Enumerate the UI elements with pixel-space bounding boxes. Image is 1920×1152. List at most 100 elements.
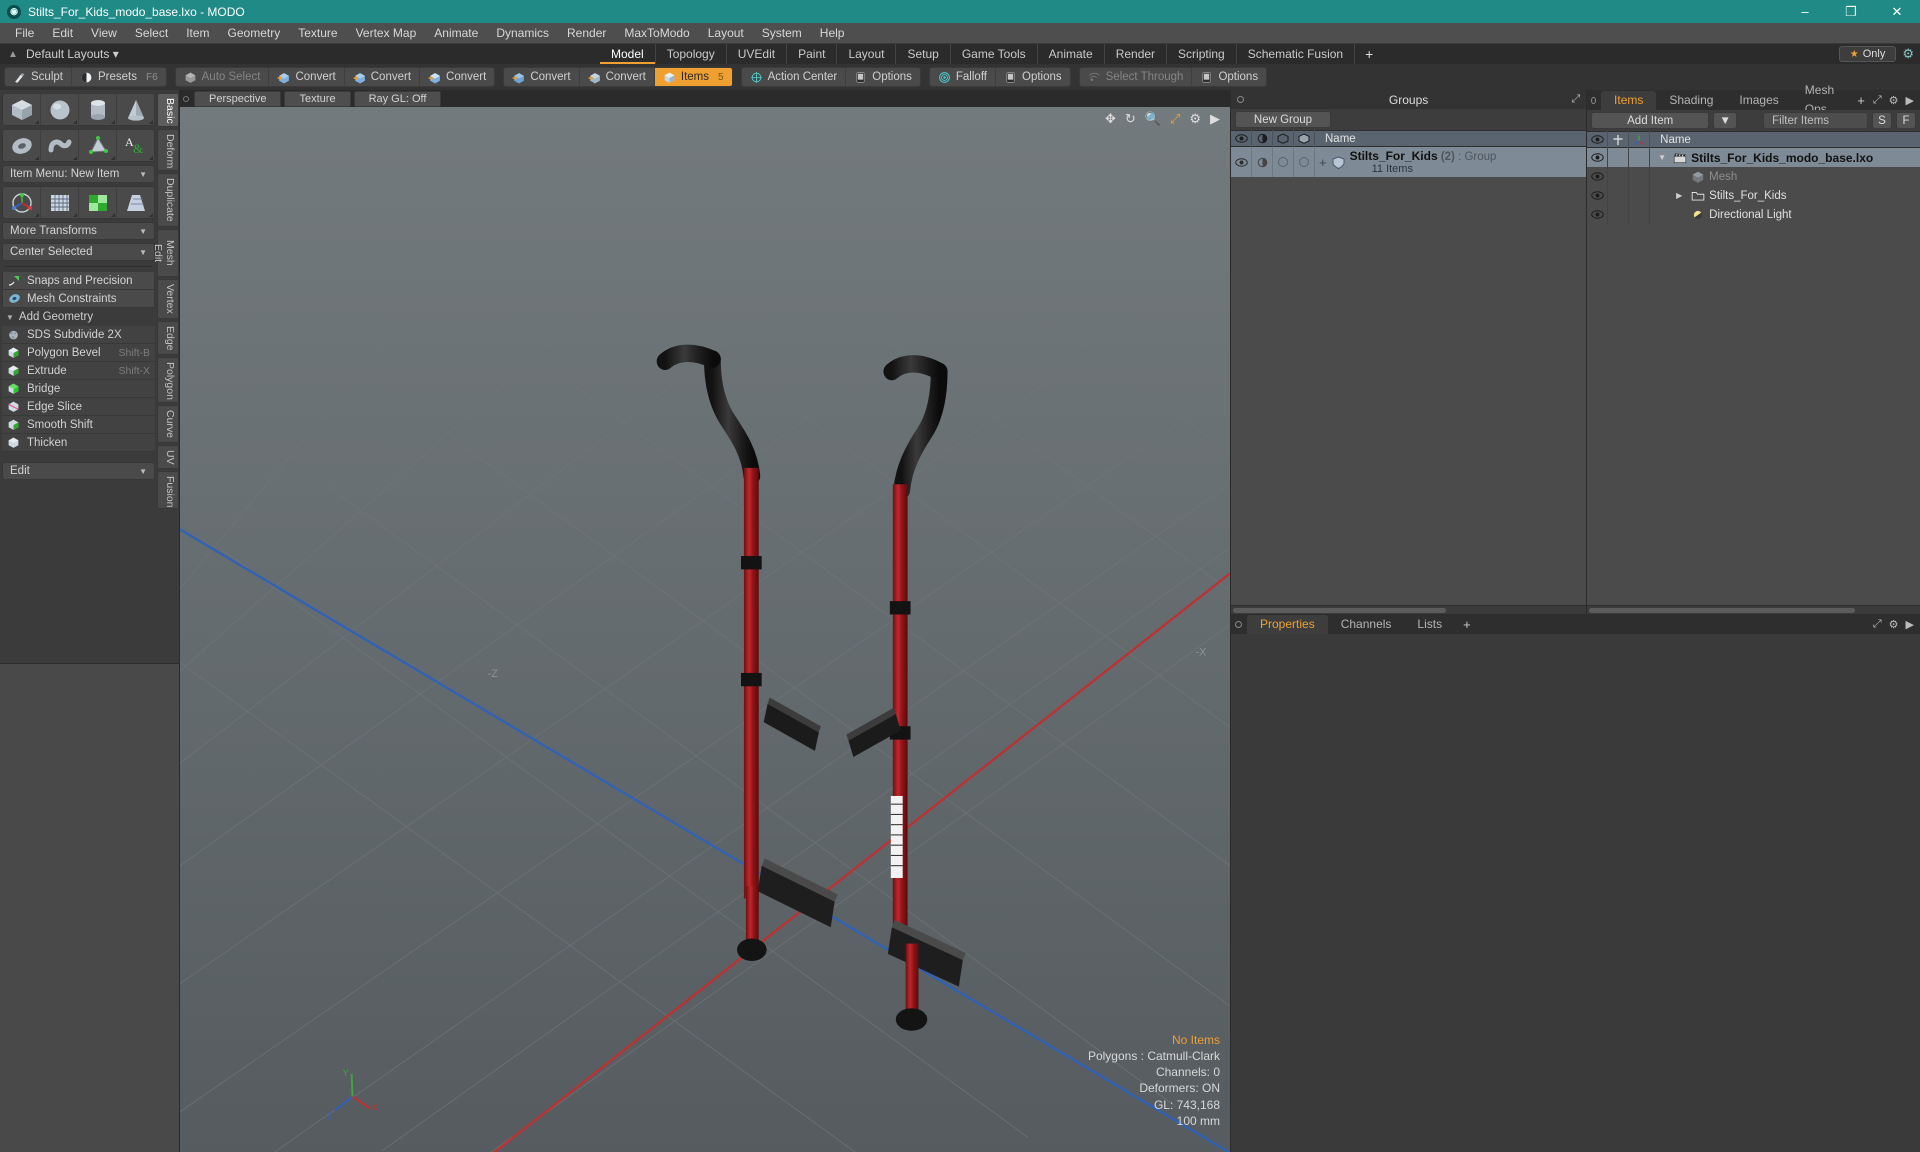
menu-item-texture[interactable]: Texture [289,23,346,44]
twirl-icon[interactable]: ▶ [1676,191,1686,200]
menu-item-animate[interactable]: Animate [425,23,487,44]
menu-item-help[interactable]: Help [811,23,854,44]
menu-item-layout[interactable]: Layout [699,23,753,44]
command-thicken[interactable]: Thicken [2,434,155,452]
rotate-icon[interactable]: ↻ [1125,111,1136,127]
table-row[interactable]: Mesh [1587,167,1920,186]
row-lock-cell[interactable] [1608,205,1630,224]
toolbar-button-auto-select[interactable]: Auto Select [176,68,270,86]
gear-icon[interactable]: ⚙ [1902,46,1914,62]
toolbar-button-options[interactable]: Options [996,68,1070,86]
table-row[interactable]: Directional Light [1587,205,1920,224]
tab-items[interactable]: Items [1601,90,1657,110]
menu-item-vertex-map[interactable]: Vertex Map [347,23,426,44]
item-menu-dropdown[interactable]: Item Menu: New Item ▼ [2,165,155,183]
menu-item-select[interactable]: Select [126,23,177,44]
table-row[interactable]: ▼ Stilts_For_Kids_modo_base.lxo [1587,148,1920,167]
fit-icon[interactable]: ⤢ [1170,111,1180,127]
add-layout-tab-button[interactable]: + [1355,44,1383,64]
toolbar-button-convert[interactable]: Convert [504,68,580,86]
menu-item-edit[interactable]: Edit [43,23,82,44]
add-tab-button[interactable]: + [1455,617,1479,632]
text-primitive-icon[interactable]: A & [117,130,154,161]
layout-tab-model[interactable]: Model [600,44,656,64]
menu-item-system[interactable]: System [753,23,811,44]
row-lock-cell[interactable] [1608,186,1630,205]
toolbar-button-select-through[interactable]: Select Through [1080,68,1193,86]
gear-icon[interactable]: ⚙ [1189,111,1201,127]
close-button[interactable]: ✕ [1874,0,1920,23]
filter-items-input[interactable]: Filter Items [1763,112,1868,129]
panel-menu-dot-icon[interactable] [1591,96,1597,104]
filter-s-button[interactable]: S [1872,112,1892,129]
row-transform-cell[interactable] [1629,148,1651,167]
row-lock-cell[interactable] [1608,167,1630,186]
torus-primitive-icon[interactable] [3,130,41,161]
only-button[interactable]: ★ Only [1838,46,1897,62]
left-vertical-tab-curve[interactable]: Curve [157,405,179,443]
add-item-dropdown-arrow[interactable]: ▼ [1713,112,1738,129]
toolbar-button-options[interactable]: Options [1192,68,1266,86]
toolbar-button-items[interactable]: Items 5 [654,68,732,86]
expand-icon[interactable]: ⤢ [1873,618,1882,631]
layout-tab-topology[interactable]: Topology [656,44,727,64]
left-vertical-tab-uv[interactable]: UV [157,445,179,469]
menu-item-view[interactable]: View [82,23,126,44]
layout-tab-uvedit[interactable]: UVEdit [727,44,788,64]
layout-tab-schematic-fusion[interactable]: Schematic Fusion [1237,44,1356,64]
cone-primitive-icon[interactable] [117,94,154,125]
row-wire-toggle[interactable] [1273,147,1294,177]
left-vertical-tab-basic[interactable]: Basic [157,93,179,127]
left-vertical-tab-vertex[interactable]: Vertex [157,279,179,319]
row-visibility-toggle[interactable] [1587,186,1609,205]
layout-tab-game-tools[interactable]: Game Tools [951,44,1038,64]
layout-tab-render[interactable]: Render [1105,44,1168,64]
viewport-tab-raygl[interactable]: Ray GL: Off [353,90,442,107]
left-vertical-tab-edge[interactable]: Edge [157,321,179,355]
prism-primitive-icon[interactable] [79,130,117,161]
move-icon[interactable]: ✥ [1105,111,1116,127]
table-row[interactable]: ▶ Stilts_For_Kids [1587,186,1920,205]
minimize-button[interactable]: – [1782,0,1828,23]
tab-shading[interactable]: Shading [1656,91,1726,110]
viewport-tab-perspective[interactable]: Perspective [194,90,282,107]
toolbar-button-sculpt[interactable]: Sculpt [5,68,72,86]
toolbar-button-convert[interactable]: Convert [345,68,421,86]
menu-item-dynamics[interactable]: Dynamics [487,23,558,44]
mesh-grid-icon[interactable] [41,187,79,218]
row-transform-cell[interactable] [1629,205,1651,224]
panel-menu-dot-icon[interactable] [1235,620,1242,628]
command-edge-slice[interactable]: Edge Slice [2,398,155,416]
toolbar-button-convert[interactable]: Convert [420,68,494,86]
panel-menu-dot-icon[interactable] [1237,96,1244,103]
row-visibility-toggle[interactable] [1587,167,1609,186]
menu-item-maxtomodo[interactable]: MaxToModo [615,23,698,44]
toolbar-button-falloff[interactable]: Falloff [930,68,996,86]
mesh-constraints-button[interactable]: Mesh Constraints [2,290,155,308]
items-horizontal-scrollbar[interactable] [1587,605,1920,614]
expand-icon[interactable]: ⤢ [1571,93,1580,106]
tube-primitive-icon[interactable] [41,130,79,161]
expand-icon[interactable]: + [1319,155,1327,170]
left-vertical-tab-mesh-edit[interactable]: Mesh Edit [152,229,179,277]
gear-icon[interactable]: ⚙ [1889,94,1899,107]
cube-primitive-icon[interactable] [3,94,41,125]
center-selected-dropdown[interactable]: Center Selected ▼ [2,243,155,261]
tab-images[interactable]: Images [1726,91,1791,110]
uv-checker-icon[interactable] [79,187,117,218]
row-lock-cell[interactable] [1608,148,1630,167]
items-tree-body[interactable]: ▼ Stilts_For_Kids_modo_base.lxo Mesh ▶ Stilt… [1587,148,1920,605]
layout-tab-paint[interactable]: Paint [787,44,838,64]
layout-tab-setup[interactable]: Setup [896,44,951,64]
viewport-tab-texture[interactable]: Texture [284,90,351,107]
filter-f-button[interactable]: F [1896,112,1916,129]
groups-tree-body[interactable]: + Stilts_For_Kids (2) : Group 11 Items [1231,147,1587,605]
menu-item-geometry[interactable]: Geometry [219,23,290,44]
left-vertical-tab-duplicate[interactable]: Duplicate [157,173,179,227]
sphere-primitive-icon[interactable] [41,94,79,125]
taper-icon[interactable] [117,187,154,218]
layout-tab-scripting[interactable]: Scripting [1167,44,1237,64]
row-visibility-toggle[interactable] [1587,205,1609,224]
layout-tab-animate[interactable]: Animate [1038,44,1105,64]
layout-tab-layout[interactable]: Layout [837,44,897,64]
